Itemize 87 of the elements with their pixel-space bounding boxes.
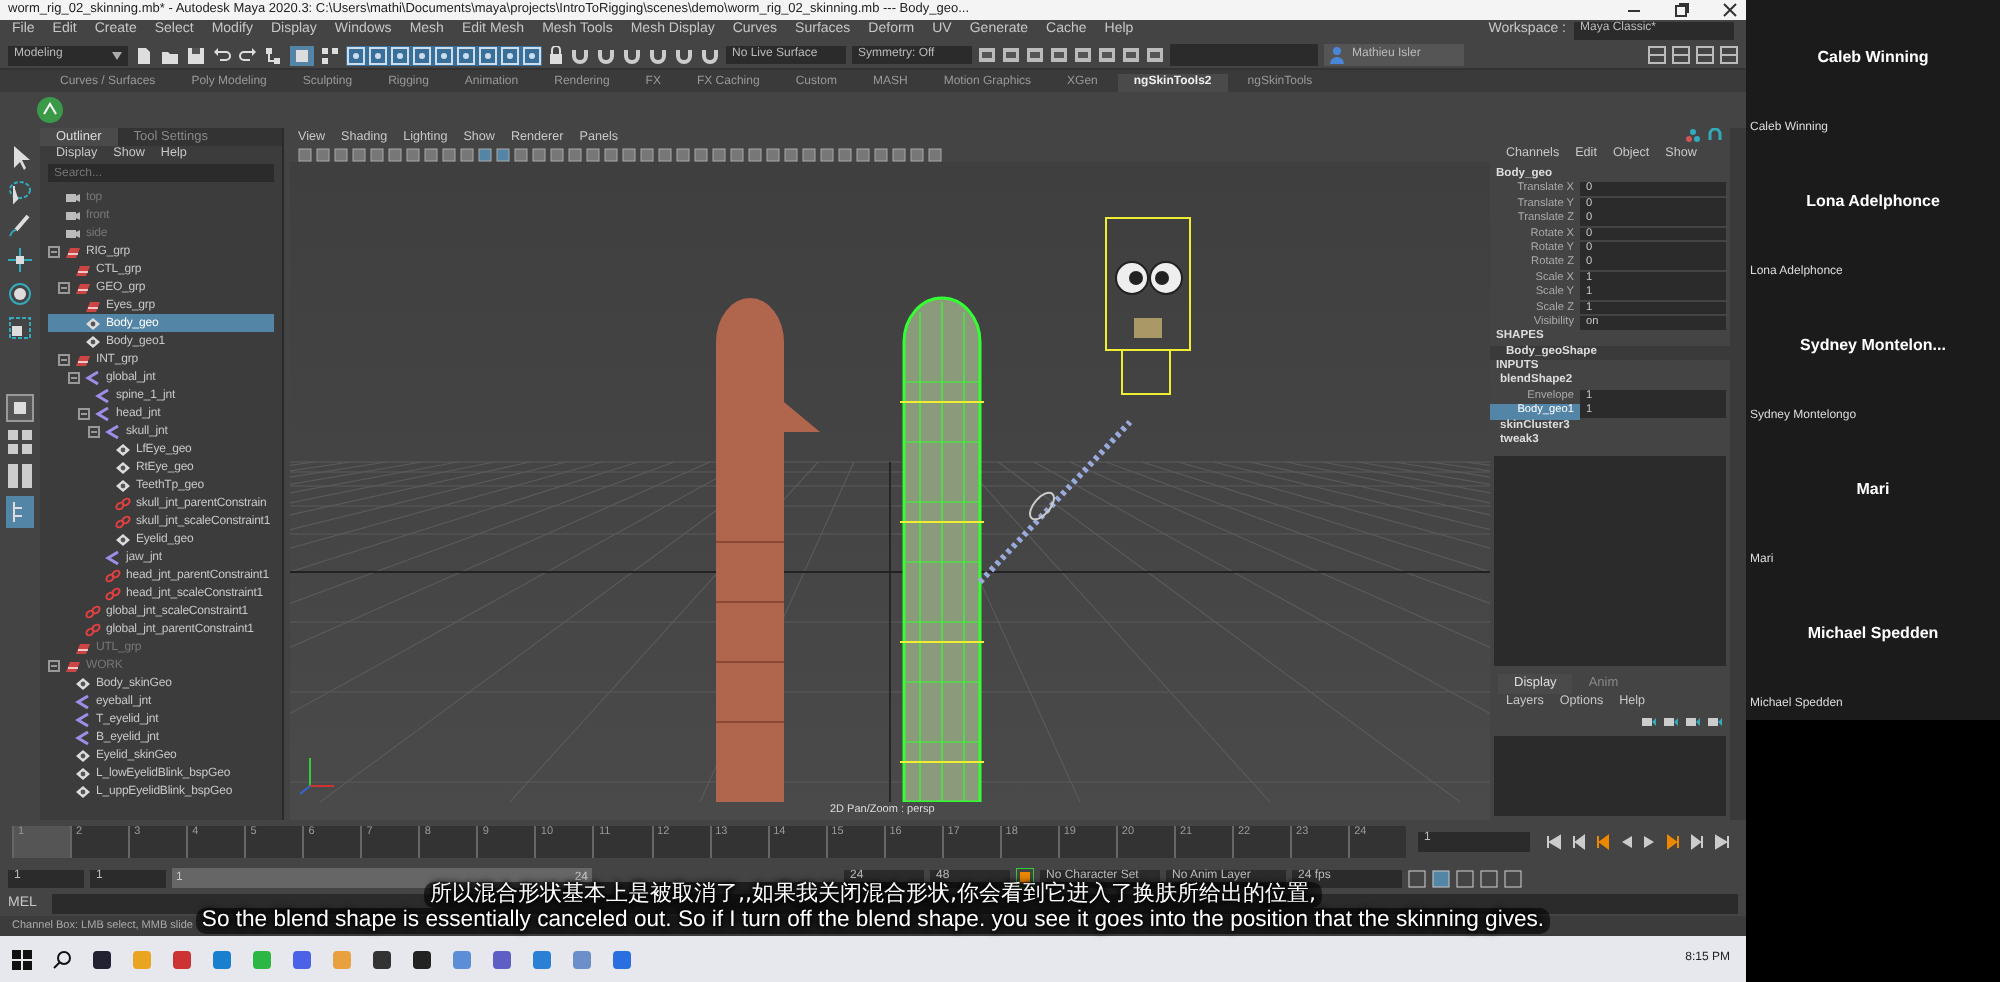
group-icon: [74, 351, 92, 368]
collapse-icon[interactable]: [78, 407, 90, 420]
group-icon: [74, 279, 92, 296]
ngskintools-icon[interactable]: [36, 96, 64, 124]
play-backward-icon[interactable]: [1618, 834, 1634, 850]
close-icon[interactable]: [1722, 2, 1738, 18]
participant-name: Sydney Montelon...: [1798, 334, 1948, 358]
user-icon: [1330, 46, 1344, 64]
mesh-icon: [114, 459, 132, 476]
two-view-icon[interactable]: [6, 462, 34, 490]
group-icon: [74, 639, 92, 656]
panel-layout-icon[interactable]: [1696, 46, 1714, 64]
group-icon: [74, 261, 92, 278]
previous-key-icon[interactable]: [1594, 834, 1610, 850]
redo-icon[interactable]: [238, 45, 258, 65]
panel-layout-icon[interactable]: [1720, 46, 1738, 64]
lock-icon[interactable]: [548, 45, 564, 65]
panel-layout-icon[interactable]: [1648, 46, 1666, 64]
rotate-icon[interactable]: [6, 280, 34, 308]
camera-icon: [64, 207, 82, 224]
command-field[interactable]: [1170, 44, 1318, 66]
constraint-icon: [114, 495, 132, 512]
participant-name: Lona Adelphonce: [1804, 190, 1942, 214]
snap-icon[interactable]: [478, 45, 498, 65]
hierarchy-icon[interactable]: [264, 45, 284, 65]
mesh-icon: [74, 675, 92, 692]
go-to-end-icon[interactable]: [1714, 834, 1730, 850]
group-icon: [64, 243, 82, 260]
move-icon[interactable]: [6, 246, 34, 274]
mesh-icon: [114, 477, 132, 494]
search-icon[interactable]: [52, 949, 72, 969]
snap-icon[interactable]: [346, 45, 366, 65]
mesh-icon: [74, 765, 92, 782]
collapse-icon[interactable]: [68, 371, 80, 384]
axis-gizmo-icon: [299, 757, 335, 795]
constraint-icon: [114, 513, 132, 530]
snap-icon[interactable]: [368, 45, 388, 65]
snap-icon[interactable]: [390, 45, 410, 65]
joint-icon: [104, 549, 122, 566]
participant-name: Mari: [1854, 478, 1892, 502]
panel-layout-icon[interactable]: [1672, 46, 1690, 64]
participant-name: Michael Spedden: [1805, 622, 1941, 646]
mesh-icon: [114, 441, 132, 458]
layer-icon[interactable]: [1708, 716, 1722, 728]
mesh-icon: [114, 531, 132, 548]
caret-icon: [112, 51, 122, 59]
collapse-icon[interactable]: [88, 425, 100, 438]
object-mode-icon[interactable]: [290, 45, 314, 65]
snap-icon[interactable]: [522, 45, 542, 65]
camera-icon: [64, 225, 82, 242]
group-icon: [84, 297, 102, 314]
scale-icon[interactable]: [6, 314, 34, 342]
component-mode-icon[interactable]: [320, 45, 340, 65]
node-graph-icon[interactable]: [1686, 128, 1700, 142]
outliner-layout-icon[interactable]: [6, 496, 34, 528]
layer-icon[interactable]: [1664, 716, 1678, 728]
layer-icon[interactable]: [1686, 716, 1700, 728]
mesh-icon: [74, 783, 92, 800]
group-icon: [64, 657, 82, 674]
mesh-icon: [74, 747, 92, 764]
collapse-icon[interactable]: [48, 659, 60, 672]
mesh-icon: [84, 333, 102, 350]
magnet-icon[interactable]: [1708, 128, 1722, 142]
go-to-start-icon[interactable]: [1546, 834, 1562, 850]
windows-logo-icon[interactable]: [12, 949, 32, 969]
save-icon[interactable]: [186, 45, 206, 65]
play-icon[interactable]: [1642, 834, 1658, 850]
collapse-icon[interactable]: [58, 281, 70, 294]
lasso-icon[interactable]: [6, 178, 34, 206]
snap-icon[interactable]: [456, 45, 476, 65]
collapse-icon[interactable]: [48, 245, 60, 258]
collapse-icon[interactable]: [58, 353, 70, 366]
participant-name: Caleb Winning: [1815, 46, 1931, 70]
paint-brush-icon[interactable]: [6, 212, 34, 240]
restore-icon[interactable]: [1674, 2, 1690, 18]
camera-icon: [64, 189, 82, 206]
undo-icon[interactable]: [212, 45, 232, 65]
four-view-icon[interactable]: [6, 428, 34, 456]
single-view-icon[interactable]: [6, 394, 34, 422]
snap-icon[interactable]: [434, 45, 454, 65]
step-back-icon[interactable]: [1570, 834, 1586, 850]
snap-icon[interactable]: [412, 45, 432, 65]
next-key-icon[interactable]: [1666, 834, 1682, 850]
mesh-icon: [84, 315, 102, 332]
step-forward-icon[interactable]: [1690, 834, 1706, 850]
snap-icon[interactable]: [500, 45, 520, 65]
layer-icon[interactable]: [1642, 716, 1656, 728]
